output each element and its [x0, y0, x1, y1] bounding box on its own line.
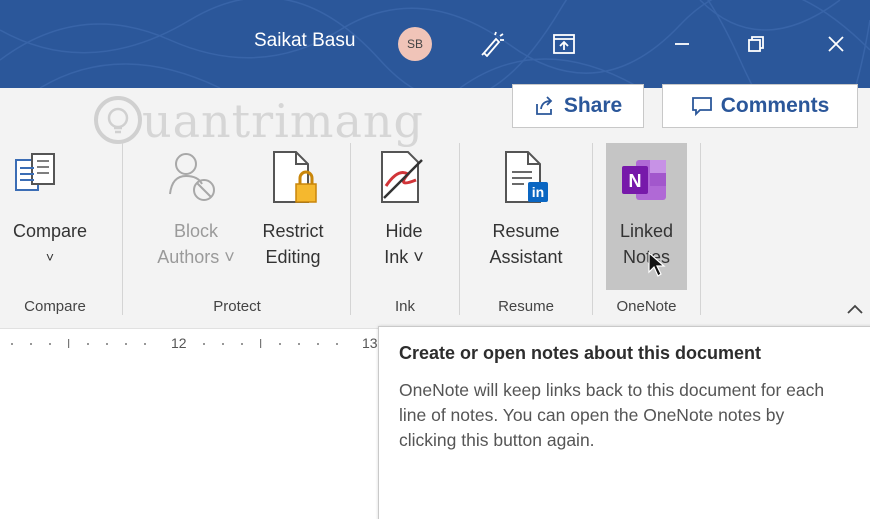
- avatar[interactable]: SB: [398, 27, 432, 61]
- watermark-text: uantrimang: [142, 94, 424, 148]
- hide-ink-button[interactable]: Hide Ink ˅: [364, 148, 444, 288]
- block-authors-label-line2: Authors ˅: [157, 247, 235, 267]
- svg-text:in: in: [532, 184, 544, 200]
- resume-assistant-label-line2: Assistant: [489, 247, 563, 267]
- tooltip-title: Create or open notes about this document: [399, 343, 762, 363]
- linked-notes-label-line2: Notes: [622, 247, 671, 267]
- minimize-icon[interactable]: [666, 28, 698, 60]
- pen-sparkle-icon[interactable]: [476, 28, 508, 60]
- compare-button[interactable]: Compare ˅: [0, 148, 112, 288]
- group-separator: [350, 143, 351, 315]
- user-name: Saikat Basu: [254, 30, 356, 51]
- watermark-bulb-icon: [94, 96, 142, 144]
- linked-notes-tooltip: Create or open notes about this document…: [378, 326, 870, 519]
- svg-text:N: N: [629, 171, 642, 191]
- comment-icon: [691, 97, 712, 117]
- hide-ink-label-line1: Hide: [385, 221, 423, 241]
- resume-assistant-button[interactable]: in Resume Assistant: [474, 148, 578, 288]
- share-icon: [535, 96, 553, 115]
- compare-dropdown-chevron: ˅: [45, 249, 55, 265]
- block-authors-icon: [169, 153, 215, 201]
- block-authors-button[interactable]: Block Authors ˅: [136, 148, 256, 288]
- restrict-editing-button[interactable]: Restrict Editing: [248, 148, 338, 288]
- group-separator: [459, 143, 460, 315]
- comments-button[interactable]: Comments: [662, 84, 858, 128]
- group-label-compare: Compare: [24, 298, 86, 315]
- group-label-protect: Protect: [213, 298, 261, 315]
- compare-label: Compare: [12, 221, 88, 241]
- resume-assistant-label-line1: Resume: [492, 221, 560, 241]
- title-bar: Saikat Basu SB: [0, 0, 870, 88]
- close-icon[interactable]: [820, 28, 852, 60]
- mouse-pointer-icon: [648, 252, 666, 277]
- group-separator: [122, 143, 123, 315]
- resume-assistant-icon: in: [505, 151, 548, 203]
- share-label: Share: [563, 94, 623, 117]
- linked-notes-button[interactable]: N Linked Notes: [606, 148, 687, 288]
- ruler-ticks: [11, 339, 338, 348]
- linked-notes-label-line1: Linked: [619, 221, 674, 241]
- restrict-editing-label-line1: Restrict: [262, 221, 324, 241]
- ruler-mark-13: 13: [362, 335, 378, 351]
- block-authors-label-line1: Block: [173, 221, 218, 241]
- hide-ink-icon: [381, 151, 423, 203]
- ruler-mark-12: 12: [171, 335, 187, 351]
- group-separator: [700, 143, 701, 315]
- group-label-ink: Ink: [394, 298, 415, 315]
- group-label-resume: Resume: [498, 298, 554, 315]
- group-label-onenote: OneNote: [616, 298, 677, 315]
- comments-label: Comments: [720, 94, 830, 117]
- group-separator: [592, 143, 593, 315]
- collapse-ribbon-icon[interactable]: [846, 302, 864, 316]
- ribbon-display-icon[interactable]: [548, 28, 580, 60]
- compare-icon: [15, 153, 55, 191]
- tooltip-body: OneNote will keep links back to this doc…: [399, 380, 825, 450]
- hide-ink-label-line2: Ink ˅: [384, 247, 424, 267]
- word-window: Saikat Basu SB uantrimang Share Comments…: [0, 0, 870, 519]
- restore-icon[interactable]: [740, 28, 772, 60]
- onenote-icon: N: [622, 160, 666, 200]
- restrict-editing-label-line2: Editing: [265, 247, 321, 267]
- share-button[interactable]: Share: [512, 84, 644, 128]
- restrict-editing-icon: [273, 151, 317, 203]
